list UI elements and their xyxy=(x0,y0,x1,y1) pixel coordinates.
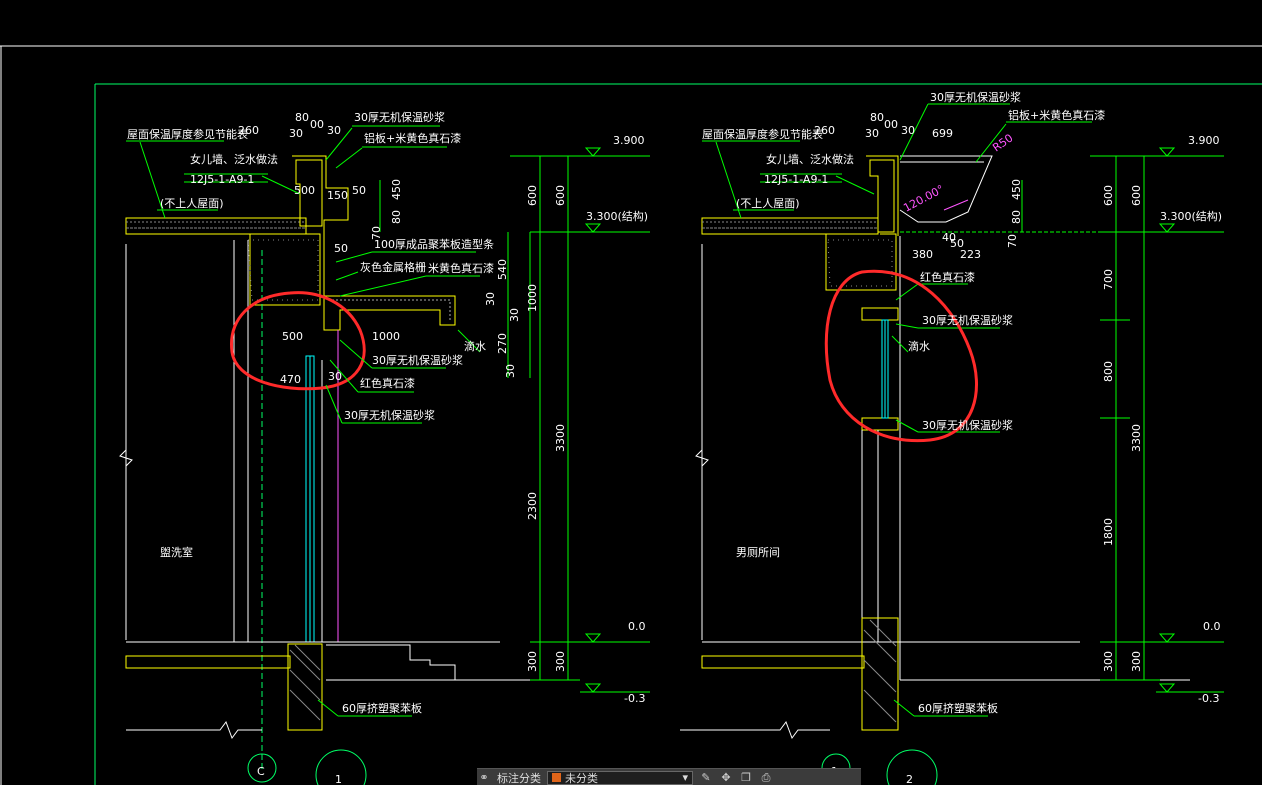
elev-top: 3.900 xyxy=(613,134,645,147)
dim: 500 xyxy=(282,330,303,343)
dim: 260 xyxy=(238,124,259,137)
parapet-note: 女儿墙、泛水做法 xyxy=(190,152,278,166)
drip-label: 滴水 xyxy=(464,339,486,353)
dim: 80 xyxy=(295,111,309,124)
annotation-toolbar: ⚭ 标注分类 未分类 ▾ ✎ ✥ ❐ ⎙ xyxy=(477,768,861,785)
dim: 380 xyxy=(912,248,933,261)
dim: 50 xyxy=(334,242,348,255)
parapet-ref: 12J5-1-A9-1 xyxy=(190,173,254,186)
elev-zero: 0.0 xyxy=(628,620,646,633)
roof-insulation-note: 屋面保温厚度参见节能表 xyxy=(127,127,248,141)
dim: 30 xyxy=(328,370,342,383)
dim: 450 xyxy=(390,179,403,200)
dim: 00 xyxy=(884,118,898,131)
roof-insulation-note-2: 屋面保温厚度参见节能表 xyxy=(702,127,823,141)
dim: 300 xyxy=(1102,651,1115,672)
copy-icon[interactable]: ❐ xyxy=(739,771,753,785)
dim: 70 xyxy=(370,226,383,240)
dim: 300 xyxy=(554,651,567,672)
dim: 600 xyxy=(554,185,567,206)
dim: 270 xyxy=(496,333,509,354)
layer-30c: 30厚无机保温砂浆 xyxy=(344,408,435,422)
layer-100: 100厚成品聚苯板造型条 xyxy=(374,237,494,251)
dim: 300 xyxy=(1130,651,1143,672)
layer-alum: 铝板+米黄色真石漆 xyxy=(364,131,461,145)
dim: 500 xyxy=(294,184,315,197)
dim: 1800 xyxy=(1102,518,1115,546)
dim: 699 xyxy=(932,127,953,140)
detail-no-2: 2 xyxy=(906,773,913,785)
dim: 30 xyxy=(901,124,915,137)
layer-red: 红色真石漆 xyxy=(360,376,415,390)
dim: 1000 xyxy=(372,330,400,343)
roof-type-note: (不上人屋面) xyxy=(160,197,224,210)
dim: 260 xyxy=(814,124,835,137)
elev-top-2: 3.900 xyxy=(1188,134,1220,147)
elev-neg-2: -0.3 xyxy=(1198,692,1219,705)
dim: 450 xyxy=(1010,179,1023,200)
dim: 600 xyxy=(526,185,539,206)
edit-icon[interactable]: ✎ xyxy=(699,771,713,785)
layer-red-2: 红色真石漆 xyxy=(920,270,975,284)
dim: 3300 xyxy=(554,424,567,452)
print-icon[interactable]: ⎙ xyxy=(759,771,773,785)
layer-30b-2: 30厚无机保温砂浆 xyxy=(922,418,1013,432)
dim: 470 xyxy=(280,373,301,386)
dim: 1000 xyxy=(526,284,539,312)
dim: 30 xyxy=(508,308,521,322)
layer-top: 30厚无机保温砂浆 xyxy=(354,110,445,124)
toolbar-label: 标注分类 xyxy=(497,771,541,785)
drip-label-2: 滴水 xyxy=(908,339,930,353)
dim: 2300 xyxy=(526,492,539,520)
layer-30b: 30厚无机保温砂浆 xyxy=(372,353,463,367)
dim: 600 xyxy=(1102,185,1115,206)
dim: 30 xyxy=(484,292,497,306)
layer-top-2: 30厚无机保温砂浆 xyxy=(930,90,1021,104)
elev-struct: 3.300(结构) xyxy=(586,209,648,223)
layer-beige: 米黄色真石漆 xyxy=(428,261,494,275)
elev-struct-2: 3.300(结构) xyxy=(1160,209,1222,223)
dim: 70 xyxy=(1006,234,1019,248)
dim: 50 xyxy=(352,184,366,197)
layer-alum-2: 铝板+米黄色真石漆 xyxy=(1008,108,1105,122)
dim: 00 xyxy=(310,118,324,131)
dim: 300 xyxy=(526,651,539,672)
category-select[interactable]: 未分类 ▾ xyxy=(547,770,693,785)
room-label: 盥洗室 xyxy=(160,545,193,559)
bottom-note-2: 60厚挤塑聚苯板 xyxy=(918,701,998,715)
room-label-2: 男厕所间 xyxy=(736,546,780,559)
parapet-note-2: 女儿墙、泛水做法 xyxy=(766,152,854,166)
detail-no-1: 1 xyxy=(335,773,342,785)
dim: 80 xyxy=(870,111,884,124)
category-select-value: 未分类 xyxy=(565,771,598,785)
cad-drawing-canvas[interactable]: 屋面保温厚度参见节能表 女儿墙、泛水做法 12J5-1-A9-1 (不上人屋面)… xyxy=(0,0,1262,785)
elev-neg: -0.3 xyxy=(624,692,645,705)
bottom-note: 60厚挤塑聚苯板 xyxy=(342,701,422,715)
dim: 223 xyxy=(960,248,981,261)
dim: 30 xyxy=(865,127,879,140)
elev-zero-2: 0.0 xyxy=(1203,620,1221,633)
chevron-down-icon: ▾ xyxy=(682,771,688,784)
layer-grey: 灰色金属格栅 xyxy=(360,260,426,274)
axis-c: C xyxy=(257,765,265,778)
link-icon[interactable]: ⚭ xyxy=(477,771,491,785)
dim: 150 xyxy=(327,189,348,202)
dim: 540 xyxy=(496,259,509,280)
dim: 80 xyxy=(1010,210,1023,224)
dim: 3300 xyxy=(1130,424,1143,452)
dim: 800 xyxy=(1102,361,1115,382)
parapet-ref-2: 12J5-1-A9-1 xyxy=(764,173,828,186)
dim: 600 xyxy=(1130,185,1143,206)
dim: 80 xyxy=(390,210,403,224)
roof-type-note-2: (不上人屋面) xyxy=(736,197,800,210)
layer-30a-2: 30厚无机保温砂浆 xyxy=(922,313,1013,327)
dim: 30 xyxy=(289,127,303,140)
dim: 30 xyxy=(504,364,517,378)
move-icon[interactable]: ✥ xyxy=(719,771,733,785)
color-swatch xyxy=(552,773,561,782)
dim: 700 xyxy=(1102,269,1115,290)
dim: 30 xyxy=(327,124,341,137)
